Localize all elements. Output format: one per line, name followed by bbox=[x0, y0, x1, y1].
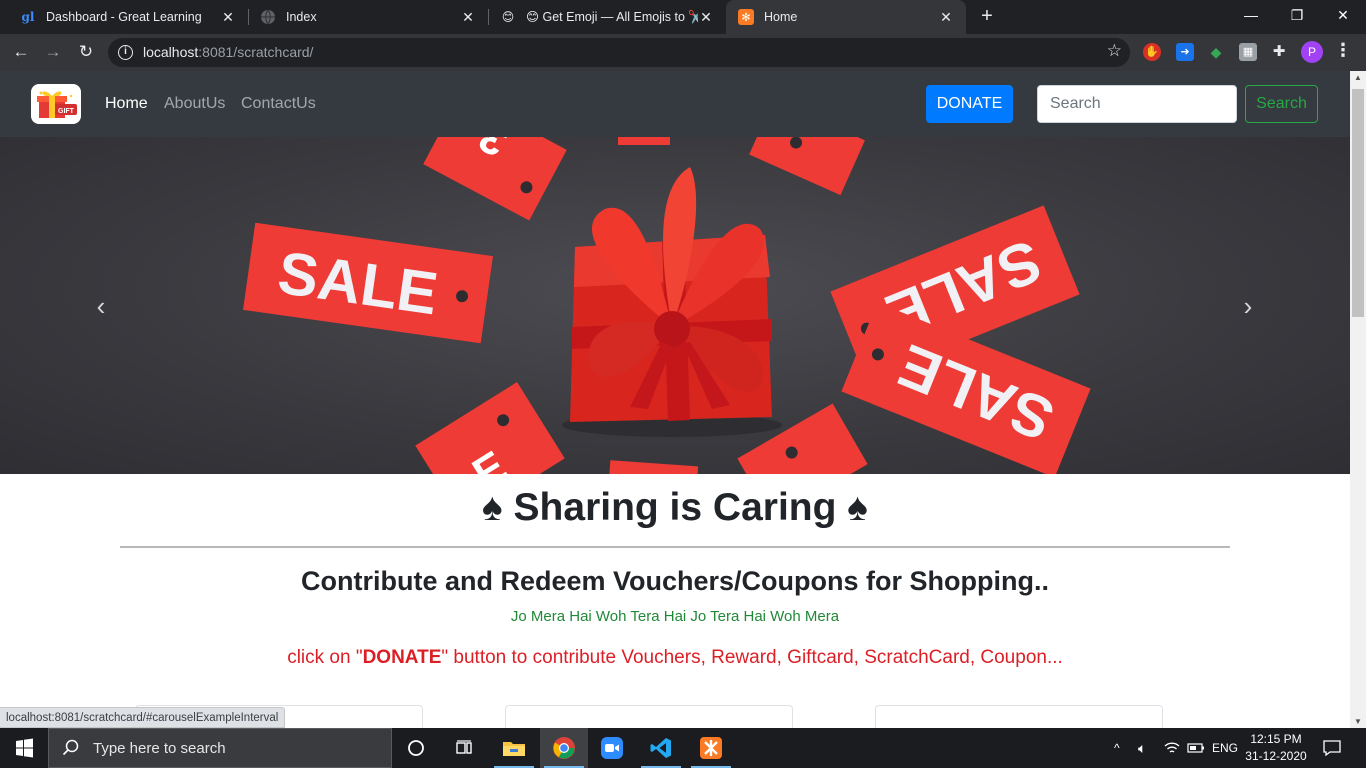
cta-prefix: click on " bbox=[287, 647, 363, 668]
search-button[interactable]: Search bbox=[1245, 85, 1318, 123]
close-icon[interactable]: ✕ bbox=[698, 9, 714, 26]
red-gift-box bbox=[562, 167, 782, 437]
emoji-icon: 😊 bbox=[501, 10, 515, 24]
site-navbar: GIFT Home AboutUs ContactUs DONATE Searc… bbox=[0, 71, 1350, 137]
sale-tag: 3 bbox=[423, 137, 567, 221]
tab-title: Dashboard - Great Learning bbox=[46, 10, 202, 24]
sale-tag bbox=[618, 137, 670, 145]
tab-index[interactable]: Index ✕ bbox=[248, 0, 488, 34]
nav-link-contactus[interactable]: ContactUs bbox=[241, 95, 316, 113]
chrome-icon[interactable] bbox=[540, 728, 588, 768]
carousel-next-icon[interactable]: › bbox=[1233, 291, 1263, 321]
menu-dots-icon[interactable]: ⋮ bbox=[1334, 40, 1352, 61]
back-button[interactable]: ← bbox=[9, 40, 33, 64]
sale-gift-image: 3 SALE SALE SALE E bbox=[243, 137, 1091, 474]
donate-button[interactable]: DONATE bbox=[926, 85, 1013, 123]
bookmark-star-icon[interactable]: ☆ bbox=[1107, 41, 1122, 61]
volume-icon[interactable]: 🔈︎ bbox=[1138, 728, 1146, 768]
browser-tab-strip: gl Dashboard - Great Learning ✕ Index ✕ … bbox=[0, 0, 1366, 34]
site-info-icon[interactable]: i bbox=[118, 45, 133, 60]
adblock-extension-icon[interactable]: ✋ bbox=[1143, 43, 1161, 61]
clock-time: 12:15 PM bbox=[1250, 732, 1302, 746]
tab-dashboard[interactable]: gl Dashboard - Great Learning ✕ bbox=[8, 0, 248, 34]
svg-text:GIFT: GIFT bbox=[58, 108, 75, 115]
main-content: ♠ Sharing is Caring ♠ Contribute and Red… bbox=[0, 474, 1350, 735]
scroll-down-icon[interactable]: ▼ bbox=[1350, 717, 1366, 726]
extension-icon[interactable]: ▦ bbox=[1239, 43, 1257, 61]
puzzle-extensions-icon[interactable]: ✚ bbox=[1270, 43, 1288, 61]
tab-title: Index bbox=[286, 10, 317, 24]
battery-icon[interactable] bbox=[1187, 728, 1205, 768]
hero-carousel: 3 SALE SALE SALE E ‹ › bbox=[0, 137, 1350, 474]
vscode-icon[interactable] bbox=[637, 728, 685, 768]
reload-button[interactable]: ↻ bbox=[74, 40, 98, 64]
close-icon[interactable]: ✕ bbox=[938, 9, 954, 26]
great-learning-icon: gl bbox=[21, 10, 35, 24]
extension-icon[interactable]: ➜ bbox=[1176, 43, 1194, 61]
file-explorer-icon[interactable] bbox=[490, 728, 538, 768]
donate-instructions: click on "DONATE" button to contribute V… bbox=[0, 647, 1350, 669]
sale-tag-left: SALE bbox=[243, 222, 493, 344]
sale-tag bbox=[749, 137, 865, 196]
minimize-button[interactable]: — bbox=[1228, 0, 1274, 30]
tab-title: Home bbox=[764, 10, 798, 24]
task-view-icon[interactable] bbox=[440, 728, 488, 768]
page-title: ♠ Sharing is Caring ♠ bbox=[481, 486, 868, 529]
tab-home[interactable]: ✻ Home ✕ bbox=[726, 0, 966, 34]
xampp-icon[interactable] bbox=[687, 728, 735, 768]
notifications-icon[interactable] bbox=[1322, 728, 1342, 768]
windows-taskbar: Type here to search ^ 🔈︎ ENG 12:15 PM 31… bbox=[0, 728, 1366, 768]
windows-logo-icon bbox=[16, 738, 33, 758]
chevron-up-icon[interactable]: ^ bbox=[1114, 728, 1120, 768]
carousel-prev-icon[interactable]: ‹ bbox=[86, 291, 116, 321]
link-status-bar: localhost:8081/scratchcard/#carouselExam… bbox=[0, 707, 286, 728]
xampp-icon: ✻ bbox=[738, 9, 754, 25]
close-icon[interactable]: ✕ bbox=[460, 9, 476, 26]
scroll-up-icon[interactable]: ▲ bbox=[1350, 73, 1366, 82]
page-subtitle: Contribute and Redeem Vouchers/Coupons f… bbox=[300, 566, 1049, 596]
tab-title: 😊 Get Emoji — All Emojis to ✂️ bbox=[526, 10, 698, 24]
window-close-button[interactable]: ✕ bbox=[1320, 0, 1366, 30]
divider bbox=[120, 546, 1230, 548]
restore-button[interactable]: ❐ bbox=[1274, 0, 1320, 30]
tab-get-emoji[interactable]: 😊 😊 Get Emoji — All Emojis to ✂️ ✕ bbox=[488, 0, 726, 34]
extension-icon[interactable]: ◆ bbox=[1207, 43, 1225, 61]
start-button[interactable] bbox=[0, 728, 48, 768]
cta-donate-word: DONATE bbox=[362, 647, 442, 668]
gift-box-icon: GIFT bbox=[37, 91, 77, 118]
url-path: :8081/scratchcard/ bbox=[198, 44, 314, 60]
forward-button[interactable]: → bbox=[41, 40, 65, 64]
taskbar-clock[interactable]: 12:15 PM 31-12-2020 bbox=[1238, 731, 1314, 765]
gift-logo[interactable]: GIFT bbox=[31, 84, 81, 124]
close-icon[interactable]: ✕ bbox=[220, 9, 236, 26]
new-tab-button[interactable]: + bbox=[975, 4, 999, 28]
cortana-icon[interactable] bbox=[392, 728, 440, 768]
sale-tag bbox=[609, 460, 699, 474]
browser-toolbar: ← → ↻ i localhost:8081/scratchcard/ ☆ ✋ … bbox=[0, 34, 1366, 71]
profile-avatar[interactable]: P bbox=[1301, 41, 1323, 63]
nav-link-home[interactable]: Home bbox=[105, 95, 148, 113]
nav-link-aboutus[interactable]: AboutUs bbox=[164, 95, 225, 113]
taskbar-search[interactable]: Type here to search bbox=[48, 728, 392, 768]
language-indicator[interactable]: ENG bbox=[1212, 728, 1238, 768]
scrollbar-thumb[interactable] bbox=[1352, 89, 1364, 317]
zoom-icon[interactable] bbox=[588, 728, 636, 768]
taskbar-search-placeholder: Type here to search bbox=[93, 739, 226, 757]
search-icon bbox=[62, 739, 79, 756]
sale-tag: E bbox=[415, 382, 565, 474]
tagline: Jo Mera Hai Woh Tera Hai Jo Tera Hai Woh… bbox=[510, 608, 840, 625]
url-text[interactable]: localhost:8081/scratchcard/ bbox=[143, 44, 313, 60]
wifi-icon[interactable] bbox=[1164, 728, 1180, 768]
address-bar[interactable]: i localhost:8081/scratchcard/ ☆ bbox=[108, 38, 1130, 67]
globe-icon bbox=[260, 9, 276, 25]
search-input[interactable] bbox=[1037, 85, 1237, 123]
url-host: localhost bbox=[143, 44, 199, 60]
page-scrollbar[interactable]: ▲ ▼ bbox=[1350, 71, 1366, 728]
clock-date: 31-12-2020 bbox=[1245, 749, 1307, 763]
cta-suffix: " button to contribute Vouchers, Reward,… bbox=[441, 647, 1063, 668]
